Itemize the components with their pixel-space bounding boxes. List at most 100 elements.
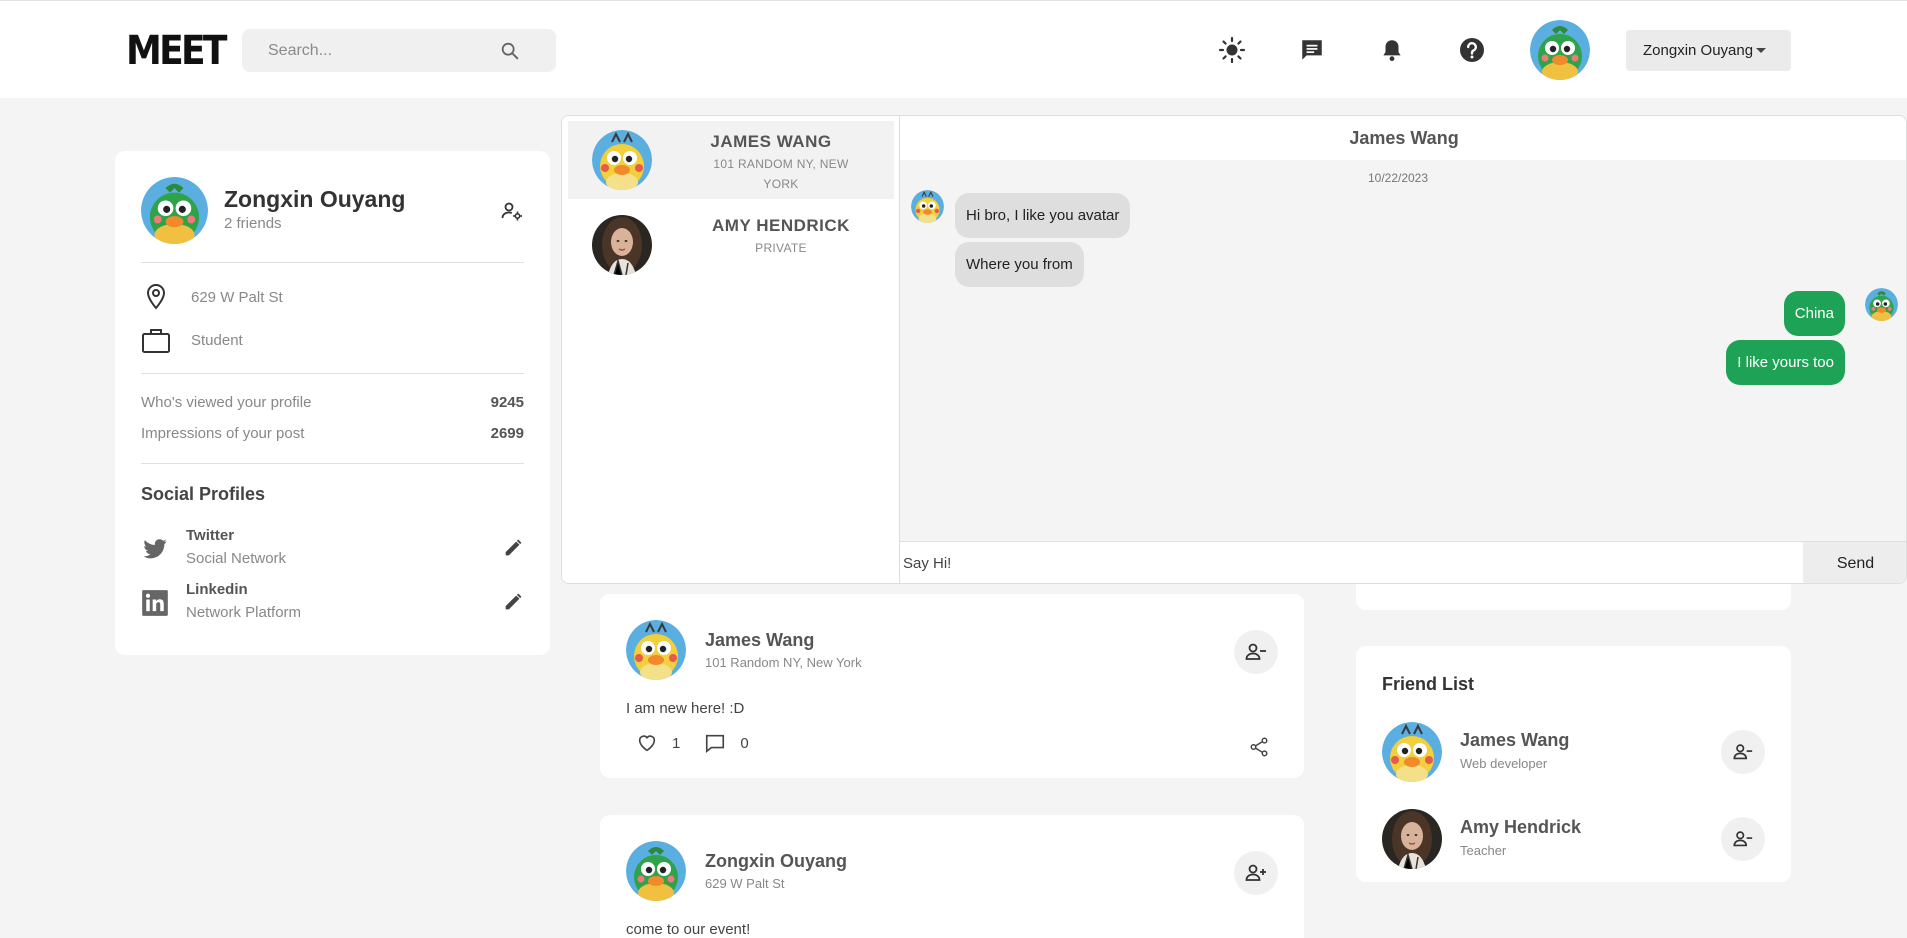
message-avatar — [1865, 288, 1898, 321]
profile-location-row: 629 W Palt St — [141, 282, 283, 312]
remove-friend-button[interactable] — [1721, 730, 1765, 774]
friend-list-title: Friend List — [1382, 674, 1475, 694]
post-author-location: 629 W Palt St — [705, 876, 785, 891]
stat-label: Who's viewed your profile — [141, 394, 312, 411]
message-thread: James Wang 10/22/2023 Hi bro, I like you… — [900, 116, 1906, 583]
search-bar — [242, 29, 556, 72]
message-bubble: I like yours too — [1726, 340, 1845, 385]
sun-icon[interactable] — [1217, 35, 1247, 65]
comment-count: 0 — [740, 734, 749, 752]
stat-profile-views: Who's viewed your profile 9245 — [141, 394, 524, 411]
location-pin-icon — [141, 282, 171, 312]
friend-role: Teacher — [1460, 843, 1507, 858]
stat-value: 9245 — [490, 394, 524, 411]
social-sub: Network Platform — [186, 604, 302, 621]
message-input[interactable] — [900, 542, 1802, 583]
post-actions: 1 0 — [636, 732, 773, 754]
social-name: Twitter — [186, 527, 235, 544]
message-avatar — [911, 190, 944, 223]
top-navbar: MEET Zongxin Ouyang — [0, 0, 1907, 98]
post-author-avatar[interactable] — [626, 841, 686, 901]
like-count: 1 — [672, 734, 681, 752]
conversation-item[interactable]: JAMES WANG 101 RANDOM NY, NEW YORK — [568, 121, 894, 199]
linkedin-icon — [141, 589, 169, 617]
person-remove-icon — [1733, 831, 1753, 847]
stat-post-impressions: Impressions of your post 2699 — [141, 425, 524, 442]
remove-friend-button[interactable] — [1234, 630, 1278, 674]
message-icon[interactable] — [1297, 35, 1327, 65]
share-icon[interactable] — [1248, 736, 1270, 758]
conversation-avatar — [592, 215, 652, 275]
help-icon[interactable] — [1457, 35, 1487, 65]
post-text: I am new here! :D — [626, 700, 745, 717]
post-card: Zongxin Ouyang 629 W Palt St come to our… — [600, 815, 1304, 938]
conversation-name: AMY HENDRICK — [712, 216, 850, 235]
message-bubble: Hi bro, I like you avatar — [955, 193, 1131, 238]
friend-item: James Wang Web developer — [1382, 722, 1765, 782]
friend-list-card: Friend List James Wang Web developer Amy… — [1356, 646, 1791, 882]
message-bubble: China — [1783, 291, 1845, 336]
stat-label: Impressions of your post — [141, 425, 305, 442]
edit-icon[interactable] — [502, 537, 524, 559]
friend-avatar[interactable] — [1382, 809, 1442, 869]
conversation-name: JAMES WANG — [710, 132, 832, 151]
twitter-icon — [141, 535, 169, 563]
edit-icon[interactable] — [502, 591, 524, 613]
post-author-name[interactable]: Zongxin Ouyang — [705, 851, 847, 872]
social-item-linkedin: Linkedin Network Platform — [141, 581, 524, 631]
divider — [141, 463, 524, 464]
send-button[interactable]: Send — [1803, 542, 1906, 583]
user-menu-dropdown[interactable]: Zongxin Ouyang — [1626, 30, 1791, 71]
friend-item: Amy Hendrick Teacher — [1382, 809, 1765, 869]
divider — [141, 373, 524, 374]
comment-icon — [706, 734, 725, 753]
friend-avatar[interactable] — [1382, 722, 1442, 782]
social-profiles-title: Social Profiles — [141, 484, 266, 504]
profile-avatar[interactable] — [141, 177, 208, 244]
profile-name[interactable]: Zongxin Ouyang — [224, 186, 405, 213]
search-input[interactable] — [242, 29, 512, 72]
comment-button[interactable]: 0 — [704, 732, 749, 754]
like-button[interactable]: 1 — [636, 732, 680, 754]
conversation-subtitle: YORK — [763, 177, 799, 191]
profile-occupation: Student — [191, 331, 243, 349]
add-friend-button[interactable] — [1234, 851, 1278, 895]
conversation-subtitle: 101 RANDOM NY, NEW — [713, 157, 849, 171]
remove-friend-button[interactable] — [1721, 817, 1765, 861]
thread-header: James Wang — [900, 116, 1906, 160]
chevron-down-icon — [1756, 48, 1767, 53]
user-avatar[interactable] — [1530, 20, 1590, 80]
social-item-twitter: Twitter Social Network — [141, 527, 524, 577]
friend-name[interactable]: Amy Hendrick — [1460, 817, 1581, 838]
briefcase-icon — [141, 325, 171, 355]
conversation-item[interactable]: AMY HENDRICK PRIVATE — [568, 206, 894, 284]
social-sub: Social Network — [186, 550, 287, 567]
profile-card: Zongxin Ouyang 2 friends 629 W Palt St S… — [115, 151, 550, 655]
post-author-avatar[interactable] — [626, 620, 686, 680]
heart-icon — [638, 735, 656, 752]
profile-location: 629 W Palt St — [191, 288, 283, 306]
friend-name[interactable]: James Wang — [1460, 730, 1569, 751]
conversation-subtitle: PRIVATE — [755, 241, 807, 255]
person-remove-icon — [1733, 744, 1753, 760]
message-bubble: Where you from — [955, 242, 1084, 287]
person-remove-icon — [1245, 643, 1266, 660]
post-card: James Wang 101 Random NY, New York I am … — [600, 594, 1304, 778]
user-menu-name: Zongxin Ouyang — [1643, 42, 1754, 59]
post-author-name[interactable]: James Wang — [705, 630, 814, 651]
thread-date: 10/22/2023 — [1367, 171, 1429, 185]
stat-value: 2699 — [490, 425, 524, 442]
bell-icon[interactable] — [1377, 35, 1407, 65]
profile-occupation-row: Student — [141, 325, 243, 355]
social-name: Linkedin — [186, 581, 248, 598]
divider — [141, 262, 524, 263]
post-author-location: 101 Random NY, New York — [705, 655, 862, 670]
post-text: come to our event! — [626, 921, 751, 938]
person-add-icon — [1245, 864, 1266, 881]
manage-account-icon[interactable] — [500, 199, 524, 223]
app-logo[interactable]: MEET — [126, 27, 227, 75]
message-composer: Send — [900, 541, 1906, 583]
conversation-avatar — [592, 130, 652, 190]
friend-role: Web developer — [1460, 756, 1548, 771]
search-icon[interactable] — [499, 40, 521, 62]
